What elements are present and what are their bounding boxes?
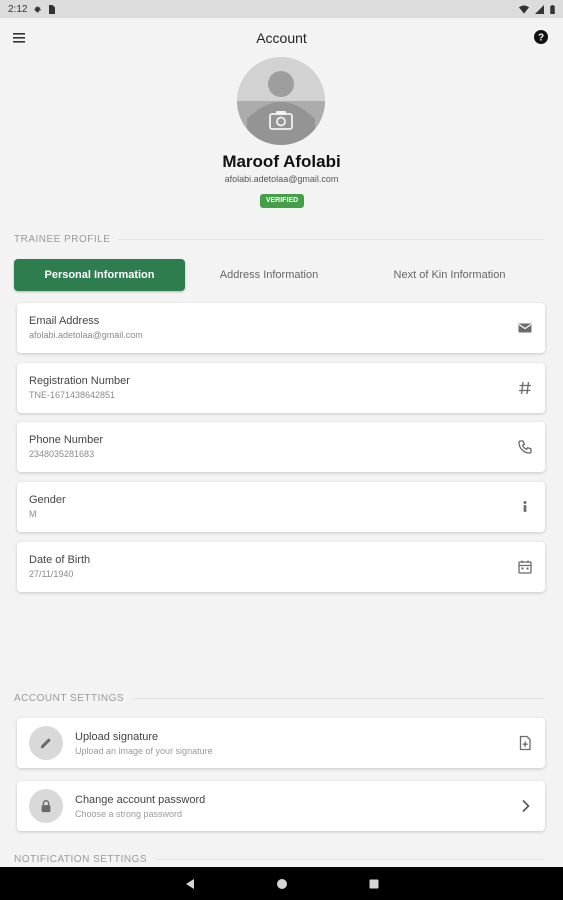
avatar-placeholder-icon [237,57,325,145]
field-label: Gender [29,494,66,506]
field-label: Registration Number [29,375,130,387]
status-bar: 2:12 [0,0,563,18]
battery-icon [550,4,555,14]
field-label: Date of Birth [29,554,91,566]
field-label: Email Address [29,315,100,327]
avatar-upload[interactable] [237,57,325,145]
person-icon [517,499,533,515]
section-title: ACCOUNT SETTINGS [14,693,125,704]
pencil-icon [29,726,63,760]
setting-title: Upload signature [75,731,159,743]
section-title: NOTIFICATION SETTINGS [14,854,148,865]
system-nav-bar [0,867,563,900]
mail-icon [517,320,533,336]
field-value: 2348035281683 [29,449,95,459]
setting-subtitle: Choose a strong password [75,809,183,819]
signal-icon [535,4,544,14]
app-bar: Account ? [0,18,563,58]
chevron-right-icon [517,798,533,814]
back-icon[interactable] [183,877,197,891]
lock-icon [29,789,63,823]
divider [155,859,544,860]
gender-field-card[interactable]: Gender M [17,482,545,532]
divider [132,698,544,699]
verified-badge: VERIFIED [260,194,304,208]
sim-status-icon [48,4,56,14]
help-icon[interactable]: ? [533,29,549,45]
profile-name: Maroof Afolabi [222,152,341,171]
settings-status-icon [33,5,42,14]
setting-title: Change account password [75,794,206,806]
status-left: 2:12 [8,3,56,15]
field-value: 27/11/1940 [29,569,74,579]
tab-next-of-kin-information[interactable]: Next of Kin Information [353,259,546,291]
setting-subtitle: Upload an image of your signature [75,746,213,756]
field-value: TNE-1671438642851 [29,390,116,400]
status-right [519,4,555,14]
email-field-card[interactable]: Email Address afolabi.adetolaa@gmail.com [17,303,545,353]
change-password-item[interactable]: Change account password Choose a strong … [17,781,545,831]
notification-settings-header: NOTIFICATION SETTINGS [14,854,544,865]
tab-address-information[interactable]: Address Information [185,259,353,291]
field-label: Phone Number [29,434,103,446]
file-upload-icon [517,735,533,751]
calendar-icon [517,559,533,575]
home-icon[interactable] [275,877,289,891]
page-title: Account [256,30,307,46]
profile-email: afolabi.adetolaa@gmail.com [224,174,339,184]
date-of-birth-field-card[interactable]: Date of Birth 27/11/1940 [17,542,545,592]
trainee-profile-header: TRAINEE PROFILE [14,234,544,245]
menu-icon[interactable] [12,30,28,46]
profile-tabs: Personal Information Address Information… [14,259,546,291]
account-settings-header: ACCOUNT SETTINGS [14,693,544,704]
divider [118,239,544,240]
tab-personal-information[interactable]: Personal Information [14,259,185,291]
field-value: afolabi.adetolaa@gmail.com [29,330,143,340]
svg-text:?: ? [538,33,544,44]
recents-icon[interactable] [367,877,381,891]
phone-icon [517,439,533,455]
phone-number-field-card[interactable]: Phone Number 2348035281683 [17,422,545,472]
upload-signature-item[interactable]: Upload signature Upload an image of your… [17,718,545,768]
status-time: 2:12 [8,3,28,15]
wifi-icon [519,5,529,14]
section-title: TRAINEE PROFILE [14,234,111,245]
field-value: M [29,509,37,519]
registration-number-field-card[interactable]: Registration Number TNE-1671438642851 [17,363,545,413]
hash-icon [517,380,533,396]
